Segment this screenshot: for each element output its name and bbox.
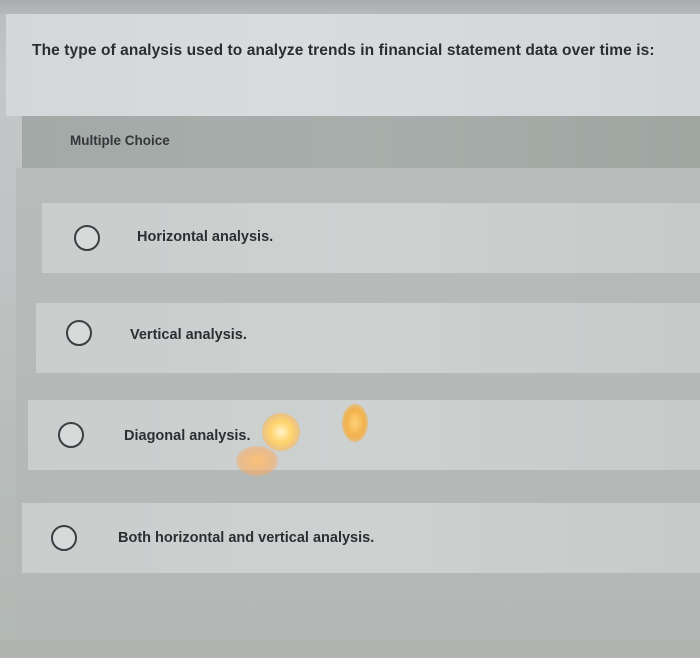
multiple-choice-header: Multiple Choice: [22, 116, 700, 168]
radio-circle-icon[interactable]: [51, 525, 77, 551]
question-card: The type of analysis used to analyze tre…: [6, 14, 700, 116]
choice-label: Vertical analysis.: [130, 327, 247, 343]
choice-option-both[interactable]: Both horizontal and vertical analysis.: [22, 503, 700, 573]
radio-circle-icon[interactable]: [58, 422, 84, 448]
choice-label: Diagonal analysis.: [124, 428, 251, 444]
radio-circle-icon[interactable]: [66, 320, 92, 346]
bottom-strip: [0, 640, 700, 658]
choice-option-horizontal[interactable]: Horizontal analysis.: [42, 203, 700, 273]
choice-label: Both horizontal and vertical analysis.: [118, 530, 375, 546]
top-strip: [0, 0, 700, 14]
multiple-choice-label: Multiple Choice: [70, 133, 170, 148]
choice-option-vertical[interactable]: Vertical analysis.: [36, 303, 700, 373]
radio-circle-icon[interactable]: [74, 225, 100, 251]
question-text: The type of analysis used to analyze tre…: [32, 42, 655, 59]
choice-label: Horizontal analysis.: [137, 229, 274, 245]
choice-option-diagonal[interactable]: Diagonal analysis.: [28, 400, 700, 470]
